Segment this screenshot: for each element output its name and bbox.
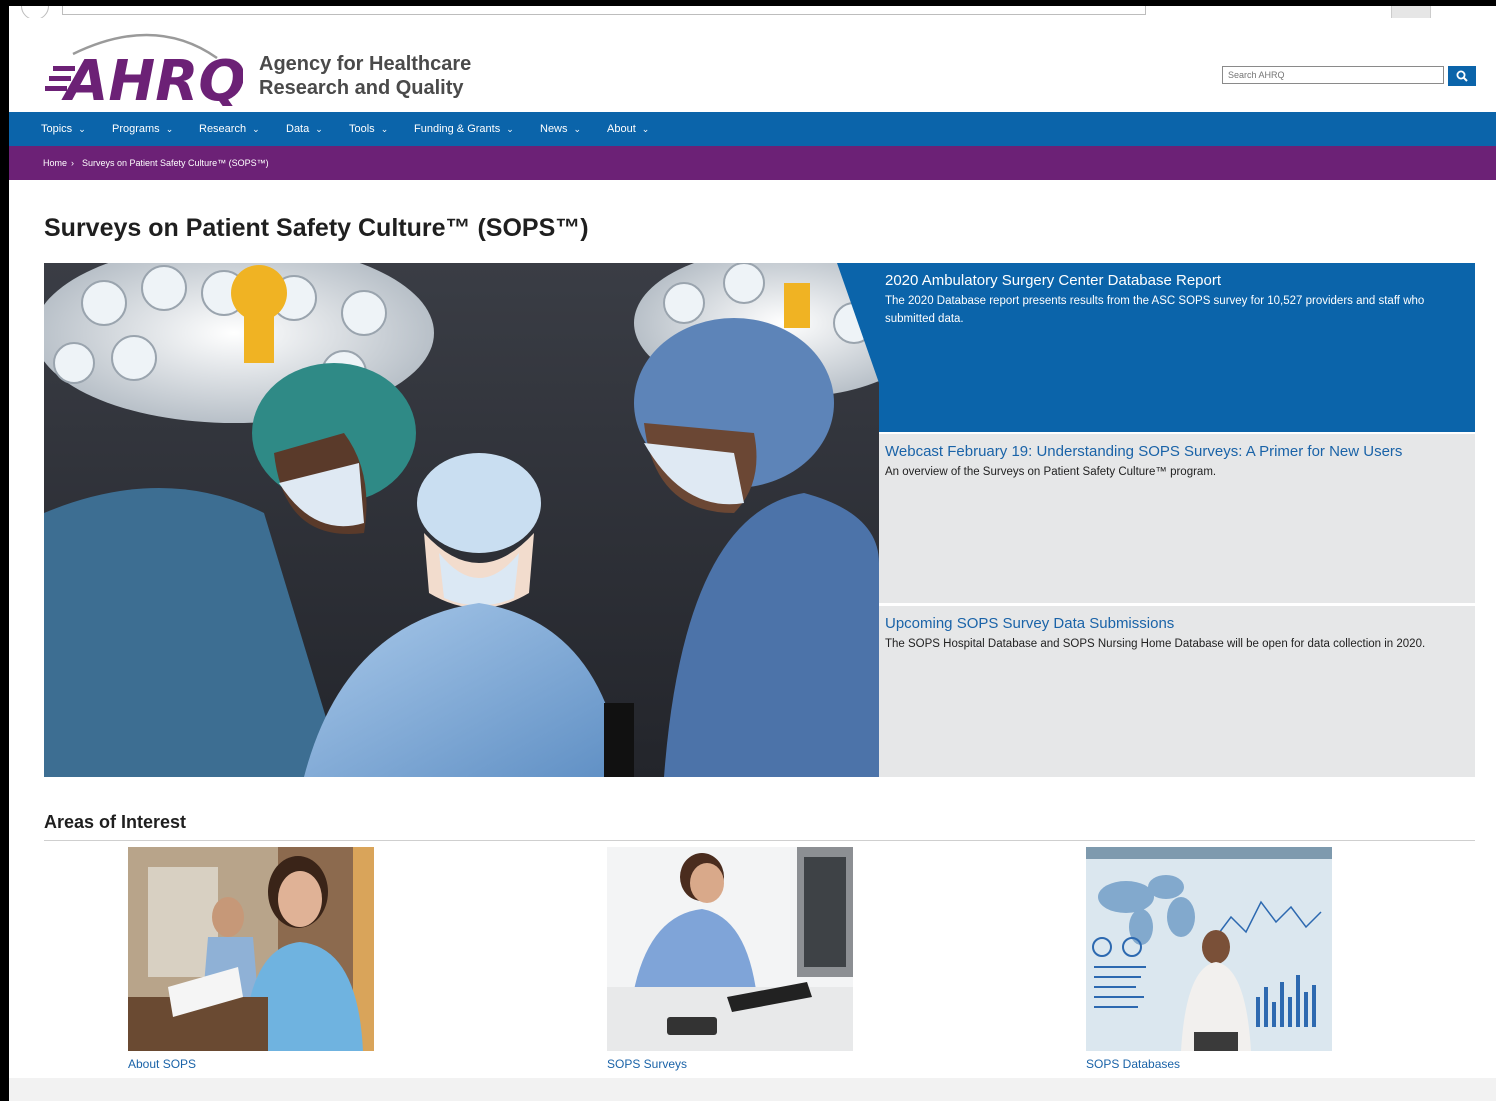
feature-description: An overview of the Surveys on Patient Sa…	[885, 466, 1217, 478]
area-card-sops-databases[interactable]: SOPS Databases	[1086, 847, 1332, 1071]
feature-description: The 2020 Database report presents result…	[885, 295, 1425, 325]
nav-item-about[interactable]: About ⌄	[607, 112, 649, 146]
feature-panel-data-submissions[interactable]: Upcoming SOPS Survey Data Submissions Th…	[879, 606, 1475, 777]
search-icon	[1456, 70, 1468, 82]
agency-name-line2: Research and Quality	[259, 77, 464, 99]
breadcrumb-separator: ›	[71, 158, 74, 168]
chevron-down-icon: ⌄	[573, 124, 582, 134]
feature-panel-webcast[interactable]: Webcast February 19: Understanding SOPS …	[879, 434, 1475, 603]
nav-label: News	[540, 123, 568, 135]
browser-address-bar[interactable]	[62, 6, 1146, 15]
area-card-about-sops[interactable]: About SOPS	[128, 847, 374, 1071]
area-card-sops-surveys[interactable]: SOPS Surveys	[607, 847, 853, 1071]
nav-item-research[interactable]: Research ⌄	[199, 112, 260, 146]
agency-name[interactable]: Agency for Healthcare Research and Quali…	[259, 52, 471, 100]
nav-label: Topics	[41, 123, 73, 135]
nav-item-topics[interactable]: Topics ⌄	[41, 112, 86, 146]
hero-image-surgical-team	[44, 263, 879, 777]
nav-label: Research	[199, 123, 247, 135]
chevron-down-icon: ⌄	[315, 124, 323, 134]
browser-chrome	[9, 6, 1496, 22]
area-card-caption[interactable]: SOPS Surveys	[607, 1057, 853, 1071]
chevron-down-icon: ⌄	[252, 124, 260, 134]
nav-label: Data	[286, 123, 310, 135]
feature-title[interactable]: Upcoming SOPS Survey Data Submissions	[885, 614, 1469, 634]
breadcrumb-current: Surveys on Patient Safety Culture™ (SOPS…	[82, 158, 269, 168]
nurse-at-desk-image[interactable]	[128, 847, 374, 1051]
chevron-down-icon: ⌄	[380, 124, 389, 134]
breadcrumb: Home › Surveys on Patient Safety Culture…	[9, 146, 1496, 180]
page-title: Surveys on Patient Safety Culture™ (SOPS…	[44, 214, 589, 242]
ahrq-logo[interactable]: AHRQ	[45, 24, 246, 114]
nav-label: Funding & Grants	[414, 123, 501, 135]
nav-label: Tools	[349, 123, 375, 135]
browser-viewport: AHRQ Agency for Healthcare Research and …	[9, 6, 1496, 1101]
main-nav: Topics ⌄ Programs ⌄ Research ⌄ Data ⌄ Tools ⌄…	[9, 112, 1496, 146]
chevron-down-icon: ⌄	[78, 124, 86, 134]
feature-description: The SOPS Hospital Database and SOPS Nurs…	[885, 638, 1426, 650]
feature-title[interactable]: 2020 Ambulatory Surgery Center Database …	[885, 271, 1469, 291]
area-card-caption[interactable]: About SOPS	[128, 1057, 374, 1071]
nav-label: Programs	[112, 123, 160, 135]
chevron-down-icon: ⌄	[506, 124, 514, 134]
areas-of-interest-heading: Areas of Interest	[44, 812, 187, 832]
search-input[interactable]	[1222, 66, 1444, 84]
nav-item-funding-grants[interactable]: Funding & Grants ⌄	[414, 112, 514, 146]
hero-feature-notch	[837, 263, 879, 383]
chevron-down-icon: ⌄	[165, 124, 174, 134]
feature-panel-asc-report[interactable]: 2020 Ambulatory Surgery Center Database …	[879, 263, 1475, 432]
nav-item-tools[interactable]: Tools ⌄	[349, 112, 388, 146]
site-header: AHRQ Agency for Healthcare Research and …	[9, 18, 1496, 114]
nav-item-data[interactable]: Data ⌄	[286, 112, 323, 146]
data-dashboard-image[interactable]	[1086, 847, 1332, 1051]
areas-divider	[44, 840, 1475, 841]
feature-title[interactable]: Webcast February 19: Understanding SOPS …	[885, 442, 1469, 462]
ahrq-logo-mark: AHRQ	[45, 33, 246, 114]
footer-strip	[9, 1078, 1496, 1101]
nav-item-programs[interactable]: Programs ⌄	[112, 112, 173, 146]
area-card-caption[interactable]: SOPS Databases	[1086, 1057, 1332, 1071]
nurse-at-computer-image[interactable]	[607, 847, 853, 1051]
nav-item-news[interactable]: News ⌄	[540, 112, 581, 146]
agency-name-line1: Agency for Healthcare	[259, 53, 472, 75]
logo-text: AHRQ	[61, 49, 243, 106]
breadcrumb-home-link[interactable]: Home	[43, 146, 67, 180]
nav-label: About	[607, 123, 636, 135]
search-button[interactable]	[1448, 66, 1476, 86]
site-search	[1222, 66, 1476, 86]
chevron-down-icon: ⌄	[641, 124, 650, 134]
